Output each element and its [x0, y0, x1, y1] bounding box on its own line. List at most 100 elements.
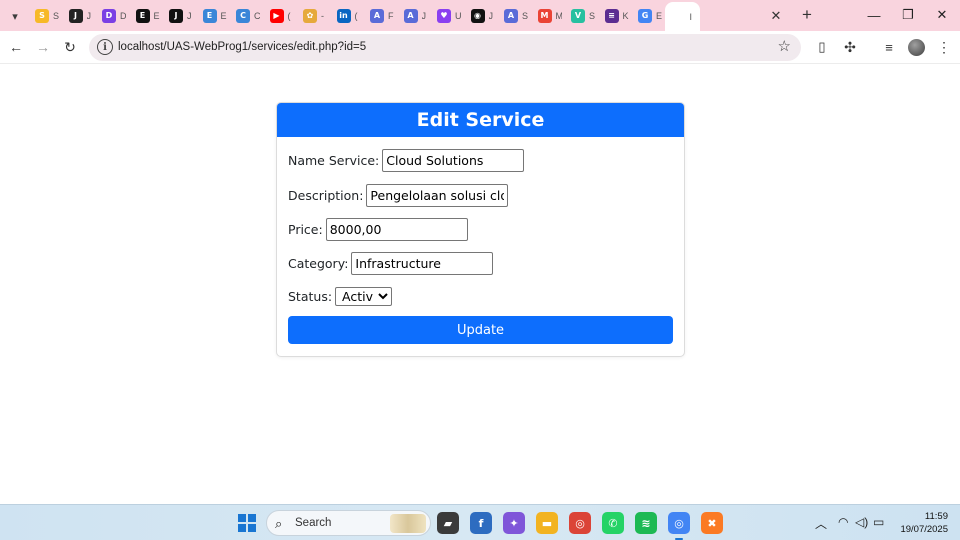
profile-avatar[interactable] — [908, 39, 925, 56]
windows-start-icon[interactable] — [238, 514, 256, 532]
tab-favicon-icon: J — [68, 8, 83, 23]
tab-favicon-icon: A — [504, 8, 518, 23]
search-label: Search — [295, 517, 332, 529]
status-row: Status: Active — [288, 287, 393, 306]
page-title: Edit Service — [277, 103, 684, 137]
status-select[interactable]: Active — [335, 287, 393, 306]
close-tab-icon[interactable]: ✕ — [767, 7, 785, 25]
update-button[interactable]: Update — [288, 316, 673, 344]
browser-tab[interactable]: ▶( — [263, 4, 300, 27]
tab-title: F — [388, 10, 394, 21]
tab-favicon-icon — [671, 9, 686, 24]
tab-favicon-icon: ▶ — [269, 8, 284, 23]
tab-title: ( — [354, 10, 358, 21]
browser-tab[interactable]: ◉ J — [464, 4, 501, 27]
browser-tab[interactable]: AS — [497, 4, 534, 27]
tab-title: U — [455, 10, 461, 21]
browser-tab[interactable]: CC — [229, 4, 266, 27]
tab-favicon-icon: M — [537, 8, 552, 23]
browser-tab[interactable]: MM — [531, 4, 568, 27]
new-tab-button[interactable]: + — [797, 5, 817, 25]
taskbar-app-copilot-icon[interactable]: ✦ — [503, 512, 525, 534]
search-highlight-image — [390, 514, 426, 533]
tab-favicon-icon: in — [336, 8, 351, 23]
tab-title: M — [555, 10, 562, 21]
extensions-icon[interactable]: ✣ — [840, 37, 860, 57]
taskbar-app-xampp-icon[interactable]: ✖ — [701, 512, 723, 534]
price-input[interactable] — [325, 218, 468, 241]
tab-favicon-icon: V — [571, 8, 585, 23]
browser-tab[interactable]: JJ — [162, 4, 199, 27]
tab-title: J — [187, 10, 192, 21]
taskbar-app-facebook-icon[interactable]: f — [470, 512, 492, 534]
wifi-icon[interactable]: ◠ — [838, 515, 848, 529]
description-row: Description: — [288, 184, 509, 207]
tab-title: E — [656, 10, 662, 21]
tab-favicon-icon: G — [638, 8, 652, 23]
tab-title: S — [589, 10, 595, 21]
browser-tab[interactable]: SS — [28, 4, 65, 27]
price-label: Price: — [288, 222, 323, 237]
browser-tab[interactable]: AJ — [397, 4, 434, 27]
browser-tab[interactable]: ≡ K — [598, 4, 635, 27]
tab-favicon-icon: J — [169, 8, 183, 23]
search-icon: ⌕ — [275, 516, 283, 531]
system-clock[interactable]: 11:59 19/07/2025 — [890, 510, 948, 536]
name-service-input[interactable] — [382, 149, 525, 172]
taskbar-app-whatsapp-icon[interactable]: ✆ — [602, 512, 624, 534]
taskbar-app-file-explorer-dark-icon[interactable]: ▰ — [437, 512, 459, 534]
browser-tab[interactable]: GE — [631, 4, 668, 27]
tab-title: S — [53, 10, 59, 21]
taskbar-search[interactable]: ⌕ Search — [266, 510, 431, 536]
bookmark-star-icon[interactable]: ☆ — [778, 37, 791, 55]
description-input[interactable] — [366, 184, 509, 207]
taskbar-app-chrome-profile-icon[interactable]: ◎ — [668, 512, 690, 534]
menu-icon[interactable]: ⋮ — [934, 37, 954, 57]
close-window-button[interactable]: ✕ — [925, 5, 959, 25]
taskbar-app-chrome-icon[interactable]: ◎ — [569, 512, 591, 534]
taskbar-app-file-explorer-icon[interactable]: ▬ — [536, 512, 558, 534]
browser-tab[interactable]: I — [664, 2, 700, 31]
browser-tab[interactable]: EE — [129, 4, 166, 27]
volume-icon[interactable]: ◁) — [855, 515, 868, 529]
taskbar-app-spotify-icon[interactable]: ≋ — [635, 512, 657, 534]
tab-favicon-icon: ✿ — [303, 8, 317, 23]
browser-tab[interactable]: ♥ U — [430, 4, 467, 27]
status-label: Status: — [288, 289, 333, 304]
tab-title: I — [689, 11, 693, 22]
category-input[interactable] — [351, 252, 494, 275]
tab-favicon-icon: ♥ — [437, 8, 451, 23]
tab-title: - — [321, 10, 324, 21]
forward-button[interactable]: → — [33, 37, 53, 57]
show-hidden-icons-icon[interactable]: ︿ — [815, 515, 827, 532]
tab-favicon-icon: E — [135, 8, 150, 23]
browser-tab[interactable]: AF — [363, 4, 400, 27]
tab-favicon-icon: A — [370, 8, 384, 23]
tab-title: E — [220, 10, 227, 21]
tab-title: C — [254, 10, 260, 21]
tab-title: K — [622, 10, 629, 21]
back-button[interactable]: ← — [6, 37, 26, 57]
browser-tab[interactable]: JJ — [62, 4, 99, 27]
browser-tab[interactable]: DD — [95, 4, 132, 27]
browser-tab[interactable]: EE — [196, 4, 233, 27]
browser-tab[interactable]: ✿ - — [296, 4, 333, 27]
category-row: Category: — [288, 252, 494, 275]
url-text[interactable]: localhost/UAS-WebProg1/services/edit.php… — [118, 41, 366, 53]
tab-title: J — [488, 10, 494, 21]
address-bar[interactable]: i localhost/UAS-WebProg1/services/edit.p… — [89, 34, 801, 61]
media-control-icon[interactable]: ≡ — [879, 37, 899, 57]
reload-button[interactable]: ↻ — [60, 37, 80, 57]
minimize-button[interactable]: — — [857, 5, 891, 25]
category-label: Category: — [288, 256, 349, 271]
tab-search-icon[interactable]: ▾ — [5, 6, 25, 26]
browser-tab[interactable]: in( — [330, 4, 367, 27]
browser-tab-strip: ▾ S S J J D D E E J J E E C C ▶(✿ - in(A F A J ♥ U ◉ J A S M M V S ≡ K G… — [0, 0, 960, 31]
restore-button[interactable]: ❐ — [891, 5, 925, 25]
site-info-icon[interactable]: i — [97, 39, 113, 55]
reading-mode-icon[interactable]: ▯ — [812, 37, 832, 57]
tab-favicon-icon: D — [102, 8, 116, 23]
clock-date: 19/07/2025 — [900, 524, 948, 535]
battery-icon[interactable]: ▭ — [873, 515, 884, 529]
browser-tab[interactable]: VS — [564, 4, 601, 27]
